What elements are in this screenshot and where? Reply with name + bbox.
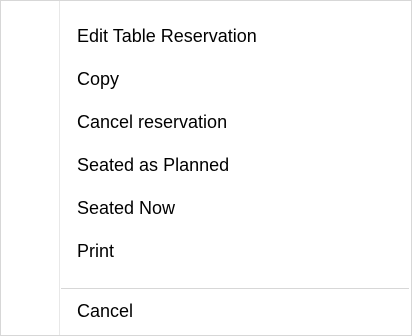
menu-item-label: Seated as Planned (77, 155, 230, 175)
menu-item-print[interactable]: Print (3, 232, 409, 270)
menu-item-label: Cancel reservation (77, 112, 228, 132)
menu-item-seated-now[interactable]: Seated Now (3, 189, 409, 227)
context-menu: Edit Table Reservation Copy Cancel reser… (0, 0, 412, 336)
menu-item-label: Copy (77, 69, 120, 89)
menu-separator (61, 288, 409, 289)
menu-item-edit-table-reservation[interactable]: Edit Table Reservation (3, 17, 409, 55)
menu-item-cancel[interactable]: Cancel (3, 292, 409, 330)
menu-item-cancel-reservation[interactable]: Cancel reservation (3, 103, 409, 141)
menu-item-label: Seated Now (77, 198, 176, 218)
menu-item-seated-as-planned[interactable]: Seated as Planned (3, 146, 409, 184)
menu-item-copy[interactable]: Copy (3, 60, 409, 98)
menu-item-label: Print (77, 241, 115, 261)
menu-item-label: Cancel (77, 301, 134, 321)
menu-item-label: Edit Table Reservation (77, 26, 257, 46)
